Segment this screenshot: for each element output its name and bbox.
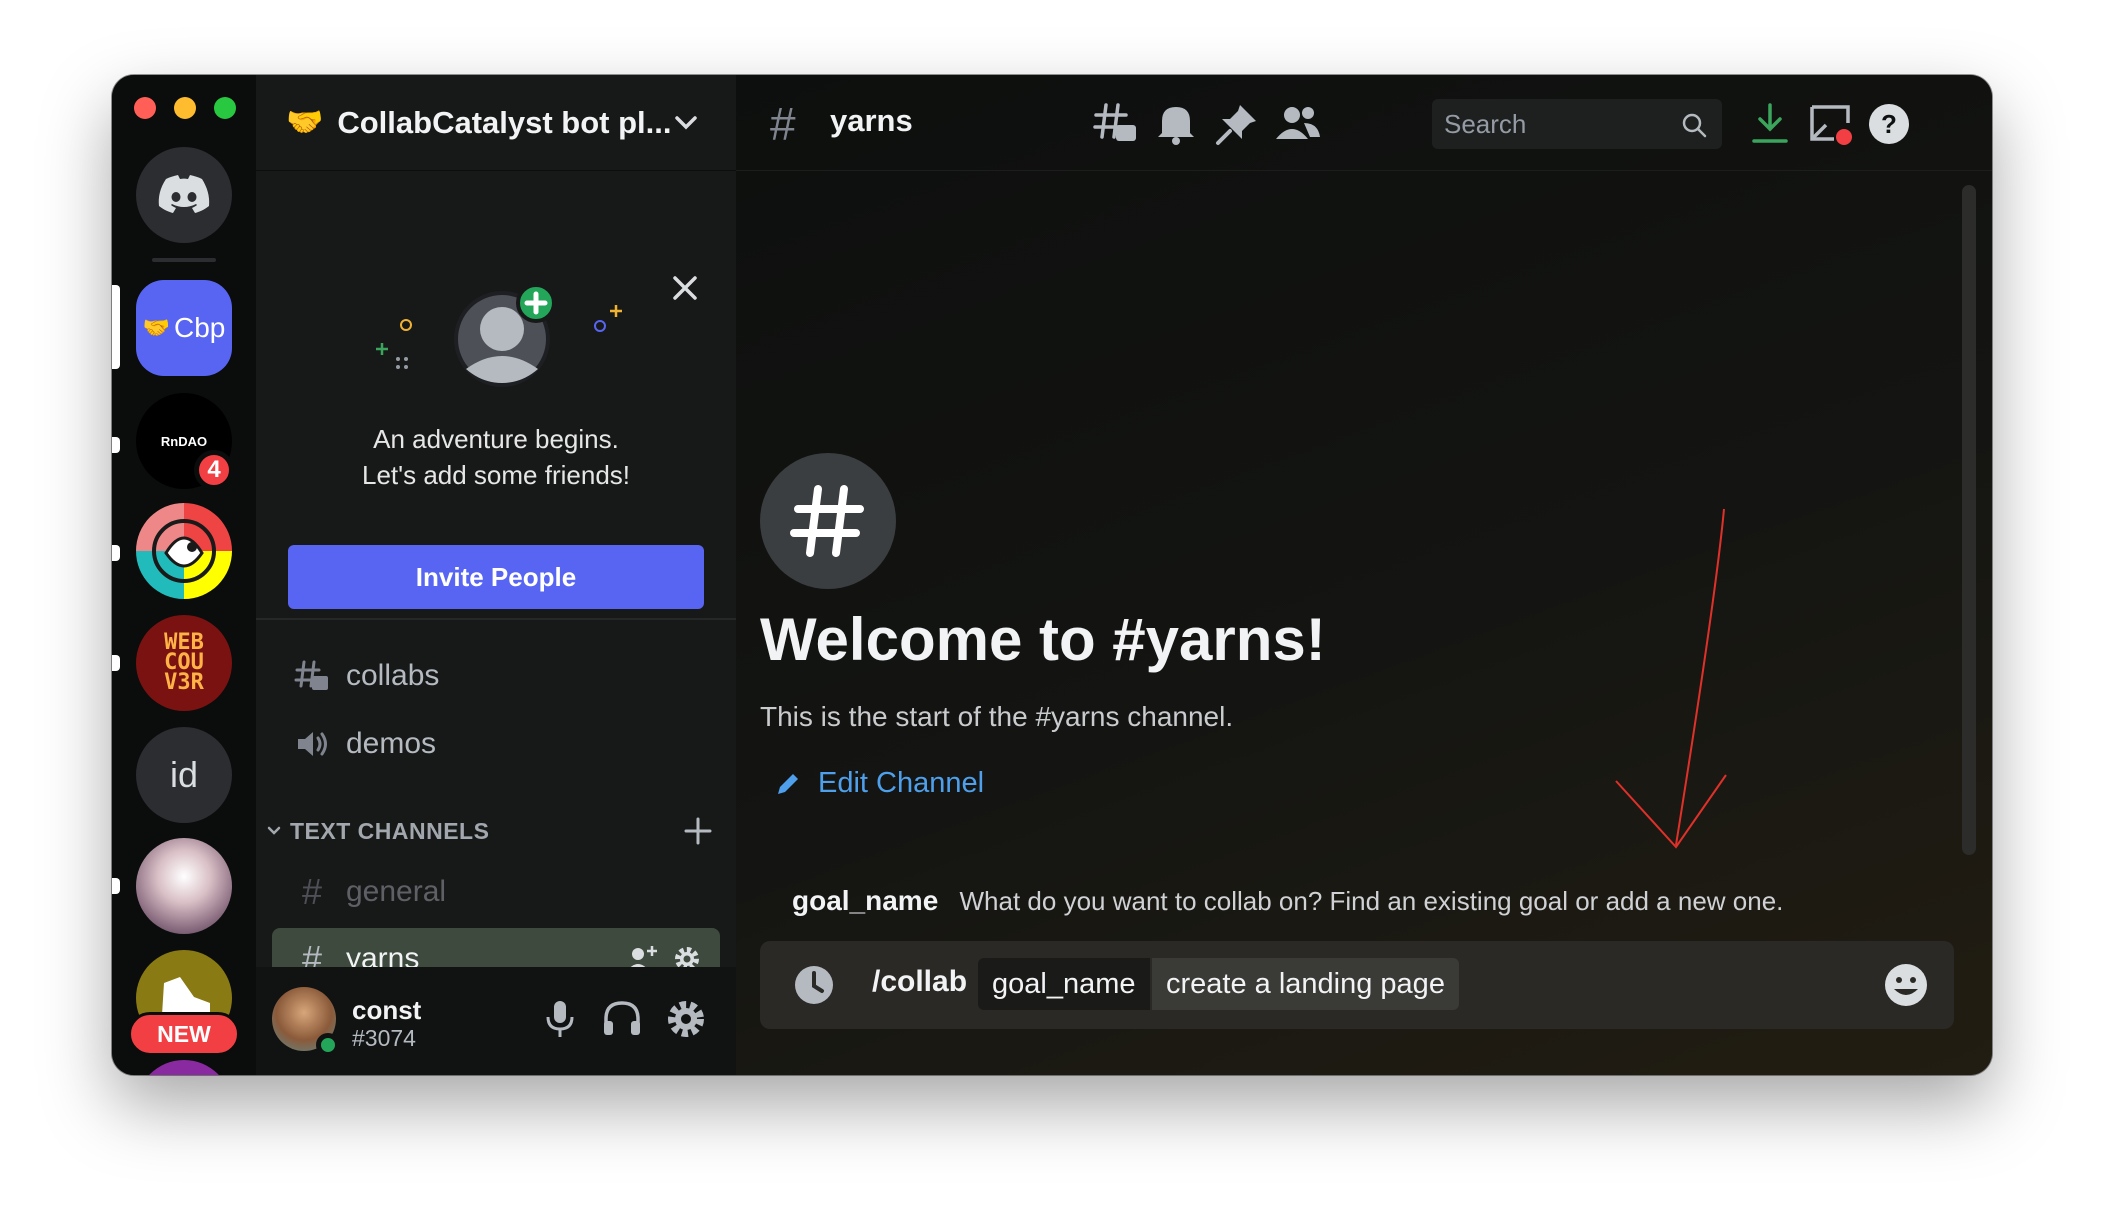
unread-indicator xyxy=(112,878,120,894)
channel-demos[interactable]: demos xyxy=(272,713,720,775)
clock-icon[interactable] xyxy=(792,963,836,1007)
command-option-hint: goal_name What do you want to collab on?… xyxy=(792,885,1783,917)
add-friend-avatar-icon xyxy=(454,283,556,387)
discord-logo-icon xyxy=(158,175,210,213)
onboarding-line: Let's add some friends! xyxy=(362,460,630,490)
handshake-icon: 🤝 xyxy=(286,106,324,139)
help-icon[interactable]: ? xyxy=(1866,101,1912,147)
close-icon[interactable] xyxy=(670,273,700,303)
channel-sidebar: 🤝 CollabCatalyst bot pl... An adventure … xyxy=(256,75,736,1075)
user-panel: const #3074 xyxy=(256,967,736,1075)
command-option-name[interactable]: goal_name xyxy=(978,958,1150,1010)
hash-icon: # xyxy=(770,98,796,150)
unread-indicator xyxy=(112,545,120,561)
slash-command: /collab xyxy=(872,965,968,998)
user-tag: #3074 xyxy=(352,1025,416,1051)
unread-indicator xyxy=(112,437,120,453)
headphones-icon[interactable] xyxy=(600,997,644,1041)
chevron-down-icon xyxy=(267,826,281,835)
close-window-button[interactable] xyxy=(134,97,156,119)
channel-collabs[interactable]: collabs xyxy=(272,645,720,707)
invite-people-button[interactable]: Invite People xyxy=(288,545,704,609)
main-chat: # yarns Search ? Welcome to #yarns! This… xyxy=(736,75,1992,1075)
guild-header[interactable]: 🤝 CollabCatalyst bot pl... xyxy=(256,75,736,171)
user-controls xyxy=(540,997,708,1041)
server-rndao-label: RnDAO xyxy=(160,433,208,449)
hash-icon: # xyxy=(301,871,323,912)
command-option-value[interactable]: create a landing page xyxy=(1152,958,1459,1010)
minimize-window-button[interactable] xyxy=(174,97,196,119)
threads-icon[interactable] xyxy=(1092,101,1138,147)
hint-description: What do you want to collab on? Find an e… xyxy=(959,886,1784,916)
emoji-icon[interactable] xyxy=(1882,961,1930,1009)
server-cbp[interactable]: 🤝 Cbp xyxy=(136,280,232,376)
mention-badge: 4 xyxy=(194,450,234,490)
download-icon[interactable] xyxy=(1748,101,1792,147)
channel-label: demos xyxy=(346,727,437,760)
category-label: TEXT CHANNELS xyxy=(290,817,490,844)
bell-icon[interactable] xyxy=(1154,101,1198,147)
onboarding-message: An adventure begins. Let's add some frie… xyxy=(256,421,736,493)
server-more[interactable] xyxy=(136,1060,232,1075)
server-cbp-label: Cbp xyxy=(174,312,226,343)
online-status-icon xyxy=(316,1033,340,1057)
channel-label: general xyxy=(346,875,447,908)
chevron-down-icon xyxy=(675,116,697,130)
forum-channel-icon xyxy=(294,660,328,690)
rail-separator xyxy=(152,258,216,262)
discord-window: 🤝 Cbp RnDAO 4 WEB COU V3R id NEW 🤝 Colla… xyxy=(112,75,1992,1075)
svg-text:?: ? xyxy=(1881,109,1897,139)
edit-channel-link[interactable]: Edit Channel xyxy=(774,767,984,800)
category-text-channels[interactable]: TEXT CHANNELS xyxy=(266,813,716,849)
channel-hash-avatar xyxy=(760,453,896,589)
web-label-line: V3R xyxy=(164,670,204,695)
members-icon[interactable] xyxy=(1274,101,1322,147)
handshake-icon: 🤝 xyxy=(142,315,171,340)
server-cube[interactable] xyxy=(136,838,232,934)
active-server-indicator xyxy=(112,285,120,369)
home-button[interactable] xyxy=(136,147,232,243)
hash-icon xyxy=(790,485,864,557)
scrollbar[interactable] xyxy=(1962,185,1976,855)
zoom-window-button[interactable] xyxy=(214,97,236,119)
onboarding-card: An adventure begins. Let's add some frie… xyxy=(256,171,736,620)
new-servers-pill[interactable]: NEW xyxy=(128,1012,240,1056)
search-icon xyxy=(1682,113,1707,138)
server-rail: 🤝 Cbp RnDAO 4 WEB COU V3R id NEW xyxy=(112,75,256,1075)
server-web3[interactable]: WEB COU V3R xyxy=(136,615,232,711)
hint-option-name: goal_name xyxy=(792,885,939,916)
channel-general[interactable]: # general xyxy=(272,861,720,923)
red-annotation-arrow xyxy=(1615,508,1727,849)
welcome-title: Welcome to #yarns! xyxy=(760,606,1326,673)
pencil-icon xyxy=(778,773,798,794)
current-channel-name: yarns xyxy=(830,103,913,138)
art-server-icon xyxy=(152,519,216,583)
server-art[interactable] xyxy=(136,503,232,599)
server-id-label: id xyxy=(169,754,199,795)
edit-channel-label: Edit Channel xyxy=(818,767,985,799)
unread-indicator xyxy=(112,655,120,671)
user-settings-gear-icon[interactable] xyxy=(664,997,708,1041)
microphone-icon[interactable] xyxy=(540,997,580,1041)
message-composer[interactable]: /collab goal_name create a landing page xyxy=(760,941,1954,1029)
speaker-icon xyxy=(298,732,327,756)
search-input[interactable]: Search xyxy=(1432,99,1722,149)
add-channel-icon[interactable] xyxy=(680,813,716,849)
user-name: const xyxy=(352,995,422,1025)
welcome-subtitle: This is the start of the #yarns channel. xyxy=(760,701,1234,732)
server-id[interactable]: id xyxy=(136,727,232,823)
search-placeholder: Search xyxy=(1444,108,1527,139)
onboarding-line: An adventure begins. xyxy=(373,424,619,454)
channel-topbar: # yarns Search ? xyxy=(736,75,1992,171)
channel-label: collabs xyxy=(346,659,440,692)
guild-name: CollabCatalyst bot pl... xyxy=(337,104,672,140)
inbox-icon[interactable] xyxy=(1808,101,1854,147)
pin-icon[interactable] xyxy=(1214,101,1260,147)
